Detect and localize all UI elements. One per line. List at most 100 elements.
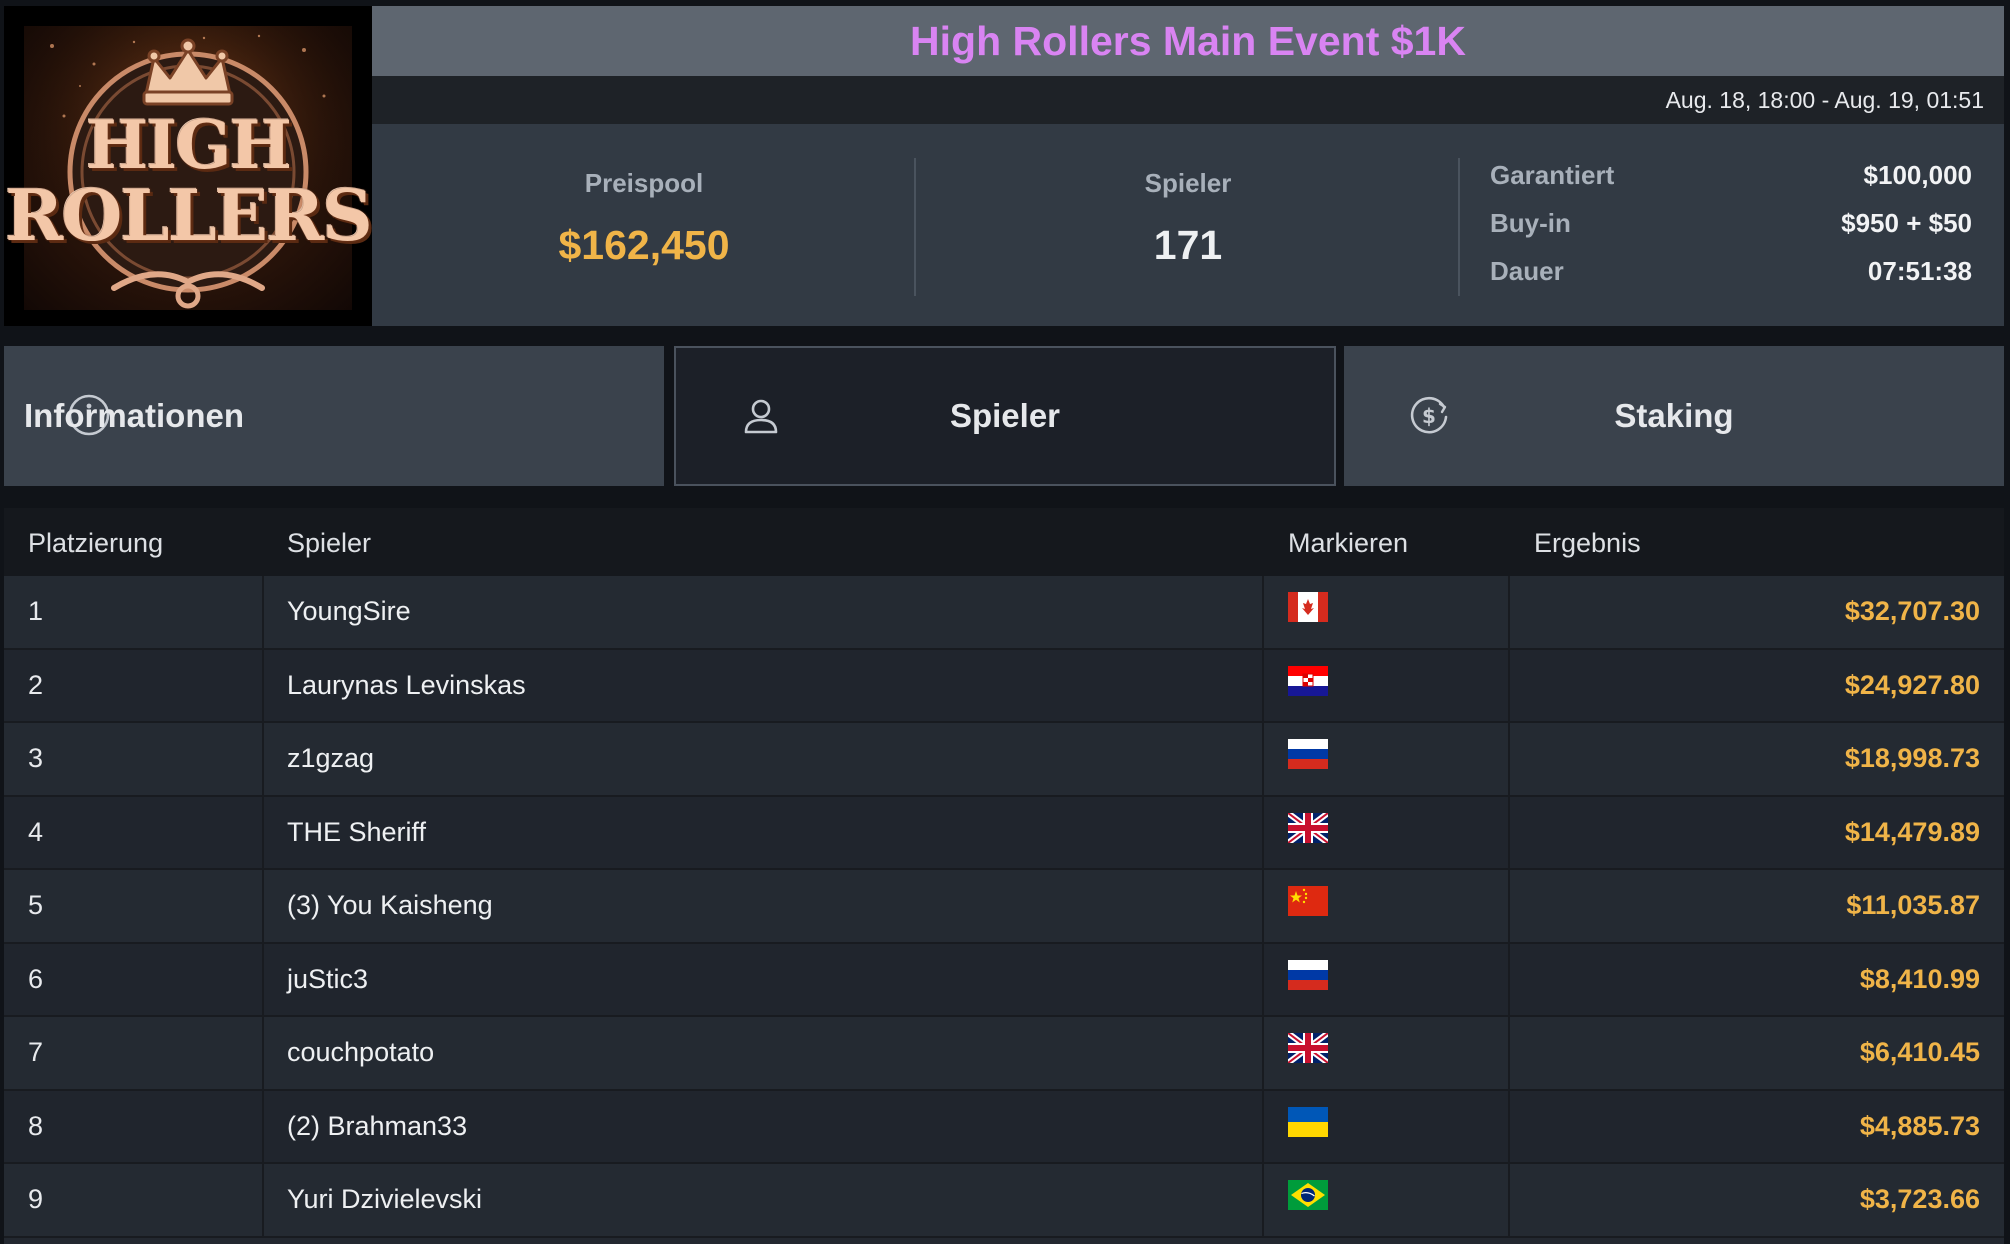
column-header-player[interactable]: Spieler <box>287 528 371 559</box>
player-count-value: 171 <box>1153 222 1223 268</box>
tab-informationen[interactable]: Informationen <box>4 346 664 486</box>
detail-value: $950 + $50 <box>1841 208 1972 238</box>
flag-icon-br <box>1288 1180 1328 1210</box>
cell-divider <box>262 943 264 1015</box>
player-name-cell[interactable]: Yuri Dzivielevski <box>287 1184 482 1215</box>
event-title: High Rollers Main Event $1K <box>910 17 1466 64</box>
rank-cell: 8 <box>28 1110 44 1141</box>
table-row[interactable]: 1 YoungSire $32,707.30 <box>4 576 2004 650</box>
flag-icon-hr <box>1288 665 1328 696</box>
column-header-rank[interactable]: Platzierung <box>28 528 163 559</box>
table-row[interactable]: 8 (2) Brahman33 $4,885.73 <box>4 1090 2004 1164</box>
cell-divider <box>262 1090 264 1162</box>
cell-divider <box>1508 870 1510 942</box>
tab-label: Staking <box>1614 397 1734 434</box>
player-name-cell[interactable]: THE Sheriff <box>287 817 426 848</box>
detail-value: $100,000 <box>1863 160 1972 190</box>
result-cell: $32,707.30 <box>1844 596 1980 626</box>
detail-guaranteed: Garantiert $100,000 <box>1490 160 1972 208</box>
table-row[interactable]: 9 Yuri Dzivielevski $3,723.66 <box>4 1164 2004 1238</box>
column-header-result[interactable]: Ergebnis <box>1534 528 1641 559</box>
cell-divider <box>262 1017 264 1089</box>
detail-duration: Dauer 07:51:38 <box>1490 256 1972 304</box>
result-cell: $24,927.80 <box>1844 669 1980 700</box>
cell-divider <box>1508 1090 1510 1162</box>
cell-divider <box>1508 649 1510 721</box>
cell-divider <box>262 723 264 795</box>
cell-divider <box>1508 576 1510 648</box>
prize-pool-stat: Preispool $162,450 <box>372 124 916 326</box>
cell-divider <box>1262 796 1264 868</box>
result-cell: $14,479.89 <box>1844 816 1980 847</box>
event-stats-panel: Preispool $162,450 Spieler 171 Garantier… <box>372 124 2004 326</box>
player-count-label: Spieler <box>1144 168 1232 198</box>
cell-divider <box>1262 943 1264 1015</box>
cell-divider <box>1262 1017 1264 1089</box>
player-count-stat: Spieler 171 <box>916 124 1460 326</box>
flag-icon-ru <box>1288 959 1328 990</box>
rank-cell: 6 <box>28 963 44 994</box>
result-cell: $8,410.99 <box>1859 963 1980 994</box>
event-details-list: Garantiert $100,000 Buy-in $950 + $50 Da… <box>1490 160 1972 304</box>
player-name-cell[interactable]: Laurynas Levinskas <box>287 670 526 701</box>
rank-cell: 1 <box>28 596 44 626</box>
table-header: Platzierung Spieler Markieren Ergebnis <box>4 508 2004 576</box>
event-title-bar: High Rollers Main Event $1K <box>372 6 2004 76</box>
logo-text-rollers: ROLLERS <box>5 174 372 257</box>
rank-cell: 4 <box>28 816 44 847</box>
table-row[interactable]: 6 juStic3 $8,410.99 <box>4 943 2004 1017</box>
player-name-cell[interactable]: z1gzag <box>287 743 374 774</box>
rank-cell: 7 <box>28 1037 44 1067</box>
player-name-cell[interactable]: YoungSire <box>287 596 411 627</box>
result-cell: $3,723.66 <box>1859 1184 1980 1214</box>
table-row[interactable]: 5 (3) You Kaisheng $11,035.87 <box>4 870 2004 944</box>
detail-key: Buy-in <box>1490 208 1571 238</box>
cell-divider <box>262 1164 264 1236</box>
result-cell: $4,885.73 <box>1859 1110 1980 1141</box>
event-date-bar: Aug. 18, 18:00 - Aug. 19, 01:51 <box>372 76 2004 124</box>
cell-divider <box>1508 1164 1510 1236</box>
flag-icon-ru <box>1288 739 1328 769</box>
flag-icon-gb <box>1288 812 1328 843</box>
cell-divider <box>1262 870 1264 942</box>
tab-spieler[interactable]: Spieler <box>674 346 1336 486</box>
prize-pool-value: $162,450 <box>558 222 730 268</box>
player-name-cell[interactable]: juStic3 <box>287 964 368 995</box>
column-header-flag[interactable]: Markieren <box>1288 528 1408 559</box>
flag-icon-cn <box>1288 886 1328 916</box>
tab-label: Informationen <box>24 397 244 434</box>
cell-divider <box>262 796 264 868</box>
detail-key: Dauer <box>1490 256 1564 286</box>
cell-divider <box>1508 1017 1510 1089</box>
table-row[interactable]: 2 Laurynas Levinskas $24,927.80 <box>4 649 2004 723</box>
player-name-cell[interactable]: (2) Brahman33 <box>287 1111 467 1142</box>
logo-text-high: HIGH <box>86 106 292 184</box>
cell-divider <box>262 649 264 721</box>
player-name-cell[interactable]: (3) You Kaisheng <box>287 890 493 921</box>
cell-divider <box>262 576 264 648</box>
rank-cell: 3 <box>28 743 44 773</box>
flag-icon-ca <box>1288 592 1328 622</box>
rank-cell: 2 <box>28 669 44 700</box>
cell-divider <box>1508 723 1510 795</box>
cell-divider <box>1508 943 1510 1015</box>
table-row[interactable]: 3 z1gzag $18,998.73 <box>4 723 2004 797</box>
table-row[interactable]: 4 THE Sheriff $14,479.89 <box>4 796 2004 870</box>
cell-divider <box>1508 796 1510 868</box>
cell-divider <box>1262 1164 1264 1236</box>
cell-divider <box>1262 649 1264 721</box>
result-cell: $6,410.45 <box>1859 1037 1980 1067</box>
cell-divider <box>262 870 264 942</box>
flag-icon-ua <box>1288 1106 1328 1137</box>
table-body: 1 YoungSire $32,707.30 2 Laurynas Levinskas $… <box>4 576 2004 1238</box>
rank-cell: 9 <box>28 1184 44 1214</box>
results-table: Platzierung Spieler Markieren Ergebnis 1… <box>4 508 2004 1244</box>
cell-divider <box>1262 723 1264 795</box>
table-row[interactable]: 7 couchpotato $6,410.45 <box>4 1017 2004 1091</box>
player-name-cell[interactable]: couchpotato <box>287 1037 434 1068</box>
result-cell: $11,035.87 <box>1846 890 1980 920</box>
rank-cell: 5 <box>28 890 44 920</box>
tab-staking[interactable]: $ Staking <box>1344 346 2004 486</box>
detail-key: Garantiert <box>1490 160 1615 190</box>
stats-divider <box>1458 158 1460 296</box>
